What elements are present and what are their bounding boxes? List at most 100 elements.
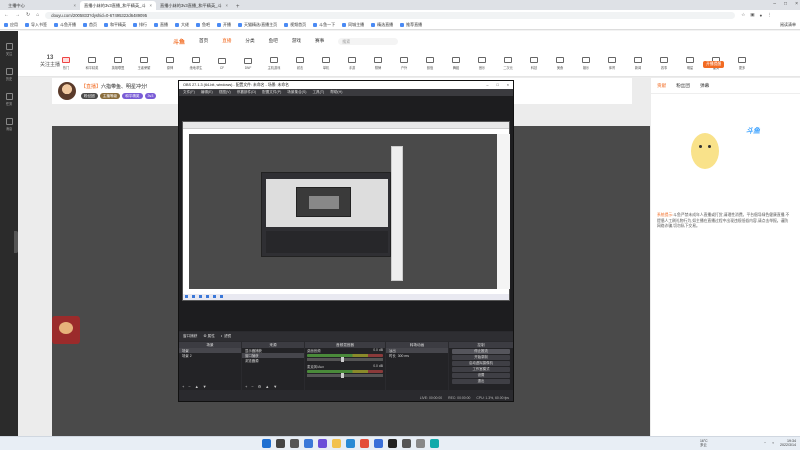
- bookmark-item[interactable]: 应用: [4, 22, 18, 28]
- category-item[interactable]: 颜值: [420, 57, 440, 70]
- bookmark-item[interactable]: 斗鱼一下: [313, 22, 335, 28]
- scene-item[interactable]: 场景 2: [179, 353, 241, 358]
- browser-tab[interactable]: 直播小妹的3v3直播_和平精英_斗 ×: [156, 1, 232, 10]
- maximize-icon[interactable]: □: [784, 1, 787, 7]
- source-item[interactable]: 浏览器源: [242, 358, 304, 363]
- site-nav-1[interactable]: 直播: [222, 38, 231, 44]
- bookmark-item[interactable]: 斗鱼开播: [54, 22, 76, 28]
- site-nav-5[interactable]: 赛事: [315, 38, 324, 44]
- obs-menu-item[interactable]: 工具(T): [312, 90, 324, 95]
- add-icon[interactable]: +: [245, 384, 247, 389]
- category-item[interactable]: 射击: [290, 57, 310, 70]
- bookmark-item[interactable]: 同城主播: [342, 22, 364, 28]
- store-icon[interactable]: [374, 439, 383, 448]
- category-item[interactable]: CF: [212, 57, 232, 70]
- obs-menu-item[interactable]: 帮助(H): [330, 90, 342, 95]
- up-icon[interactable]: ▲: [195, 384, 199, 389]
- obs-control-button[interactable]: 停止推流: [452, 349, 510, 354]
- bookmark-item[interactable]: 导入书签: [25, 22, 47, 28]
- chat-icon[interactable]: [318, 439, 327, 448]
- widgets-icon[interactable]: [304, 439, 313, 448]
- up-icon[interactable]: ▲: [265, 384, 269, 389]
- edge-icon[interactable]: [346, 439, 355, 448]
- obs-menu-item[interactable]: 编辑(E): [201, 90, 213, 95]
- remove-icon[interactable]: −: [251, 384, 253, 389]
- category-item[interactable]: 原神: [160, 57, 180, 70]
- rail-icon[interactable]: [5, 93, 13, 100]
- category-item[interactable]: 更多: [732, 57, 752, 70]
- clock[interactable]: 19:34 2022/3/14: [780, 439, 796, 447]
- wifi-icon[interactable]: ◔: [764, 441, 766, 445]
- category-item[interactable]: 赛事: [654, 57, 674, 70]
- obs-menu-item[interactable]: 视图(V): [219, 90, 231, 95]
- category-item[interactable]: 音乐: [472, 57, 492, 70]
- close-icon[interactable]: ×: [507, 83, 509, 87]
- app-icon[interactable]: [430, 439, 439, 448]
- category-item[interactable]: 和平精英: [82, 57, 102, 70]
- volume-slider[interactable]: [307, 373, 383, 378]
- site-logo[interactable]: 斗鱼: [173, 37, 185, 46]
- site-nav-2[interactable]: 分类: [245, 38, 254, 44]
- app-icon[interactable]: [416, 439, 425, 448]
- minimize-icon[interactable]: –: [486, 83, 488, 87]
- bookmark-item[interactable]: 推荐直播: [400, 22, 422, 28]
- gift-icon[interactable]: [52, 316, 80, 344]
- avatar[interactable]: [58, 82, 76, 100]
- browser-tab-active[interactable]: 直播小妹的3v3直播_和平精英_斗 ×: [80, 1, 156, 10]
- chat-tab[interactable]: 贡献: [657, 83, 666, 89]
- bookmark-item[interactable]: 大佬: [175, 22, 189, 28]
- chrome-icon[interactable]: [360, 439, 369, 448]
- close-icon[interactable]: ×: [226, 3, 228, 8]
- properties-button[interactable]: ⚙ 属性: [203, 334, 214, 339]
- down-icon[interactable]: ▼: [273, 384, 277, 389]
- rail-icon[interactable]: [5, 68, 13, 75]
- chat-tab[interactable]: 弹幕: [700, 83, 709, 89]
- obs-control-button[interactable]: 设置: [452, 373, 510, 378]
- bookmark-item[interactable]: 视频首页: [284, 22, 306, 28]
- obs-menu-item[interactable]: 文件(F): [183, 90, 195, 95]
- category-item[interactable]: 舞蹈: [446, 57, 466, 70]
- obs-control-button[interactable]: 开始录制: [452, 355, 510, 360]
- category-item[interactable]: 英雄联盟: [108, 57, 128, 70]
- obs-icon[interactable]: [388, 439, 397, 448]
- transition-duration[interactable]: 时长 300 ms: [386, 353, 448, 358]
- category-item[interactable]: 棋牌: [368, 57, 388, 70]
- extensions-icon[interactable]: ▣: [750, 12, 754, 18]
- site-nav-3[interactable]: 鱼吧: [269, 38, 278, 44]
- rail-icon[interactable]: [5, 43, 13, 50]
- obs-preview[interactable]: [179, 96, 513, 331]
- menu-icon[interactable]: ⋮: [767, 12, 772, 18]
- weather-widget[interactable]: 16°C 多云: [700, 439, 708, 447]
- task-view-icon[interactable]: [290, 439, 299, 448]
- site-nav-4[interactable]: 游戏: [292, 38, 301, 44]
- chat-tab[interactable]: 粉丝团: [676, 83, 690, 89]
- back-icon[interactable]: ←: [4, 12, 9, 18]
- follow-counter[interactable]: 13 关注主播: [40, 55, 60, 68]
- close-icon[interactable]: ×: [74, 3, 76, 8]
- category-item[interactable]: 手游: [342, 57, 362, 70]
- filters-button[interactable]: ◐ 滤镜: [221, 334, 231, 339]
- category-item[interactable]: 娱乐: [576, 57, 596, 70]
- category-item[interactable]: 绝地求生: [186, 57, 206, 70]
- live-reminder-badge[interactable]: 开播提醒: [703, 61, 725, 68]
- star-icon[interactable]: ☆: [741, 12, 745, 18]
- app-icon[interactable]: [402, 439, 411, 448]
- url-input[interactable]: douyu.com/2005833?dyshid=0-67495322d6489…: [45, 11, 736, 19]
- home-icon[interactable]: ⌂: [36, 12, 39, 18]
- category-item[interactable]: 主机游戏: [264, 57, 284, 70]
- volume-icon[interactable]: ◖: [772, 441, 774, 445]
- obs-control-button[interactable]: 启动虚拟摄像机: [452, 361, 510, 366]
- obs-menu-item[interactable]: 停靠部件(D): [237, 90, 256, 95]
- gear-icon[interactable]: ⚙: [258, 384, 262, 389]
- reading-list-button[interactable]: 阅读清单: [780, 22, 796, 28]
- bookmark-item[interactable]: 鱼吧: [196, 22, 210, 28]
- site-search-input[interactable]: 搜索: [338, 37, 399, 45]
- category-item[interactable]: 单机: [316, 57, 336, 70]
- start-icon[interactable]: [262, 439, 271, 448]
- close-window-icon[interactable]: ×: [795, 1, 798, 7]
- maximize-icon[interactable]: □: [496, 83, 498, 87]
- bookmark-item[interactable]: 直播: [154, 22, 168, 28]
- forward-icon[interactable]: →: [15, 12, 20, 18]
- site-nav-0[interactable]: 首页: [199, 38, 208, 44]
- add-icon[interactable]: +: [182, 384, 184, 389]
